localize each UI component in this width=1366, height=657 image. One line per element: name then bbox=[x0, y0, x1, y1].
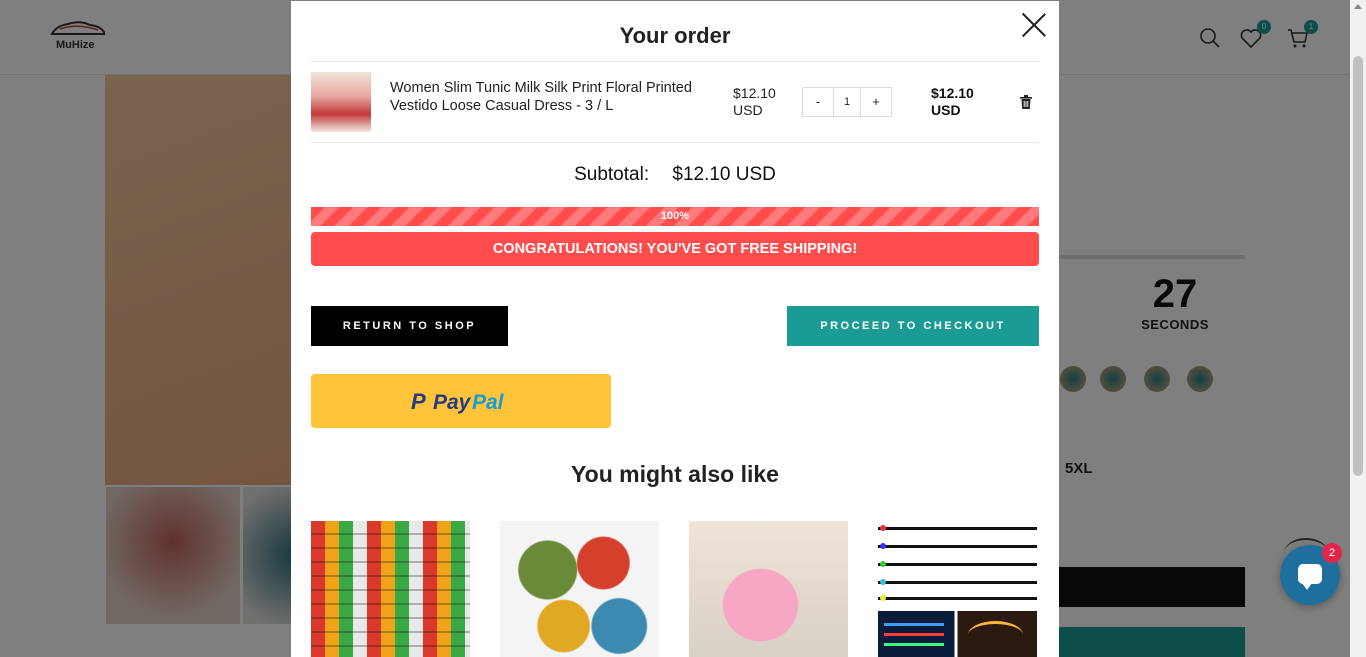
recommended-product-image[interactable] bbox=[311, 521, 470, 657]
return-to-shop-button[interactable]: RETURN TO SHOP bbox=[311, 306, 508, 346]
modal-title: Your order bbox=[619, 23, 731, 48]
quantity-increase-button[interactable]: + bbox=[861, 88, 891, 116]
paypal-button[interactable]: P Pay Pal bbox=[311, 374, 611, 428]
subtotal-value: $12.10 USD bbox=[672, 164, 776, 185]
free-shipping-message: CONGRATULATIONS! YOU'VE GOT FREE SHIPPIN… bbox=[311, 232, 1039, 266]
proceed-to-checkout-button[interactable]: PROCEED TO CHECKOUT bbox=[787, 306, 1039, 346]
divider bbox=[311, 142, 1039, 143]
scrollbar-thumb[interactable] bbox=[1353, 56, 1363, 476]
page-scrollbar[interactable] bbox=[1350, 0, 1366, 657]
progress-percent-text: 100% bbox=[660, 210, 690, 222]
paypal-pal-text: Pal bbox=[472, 391, 505, 414]
cart-modal: Your order Women Slim Tunic Milk Silk Pr… bbox=[291, 1, 1059, 657]
quantity-stepper: - 1 + bbox=[802, 87, 892, 117]
chat-button[interactable]: 2 bbox=[1280, 543, 1342, 605]
scroll-up-icon[interactable] bbox=[1354, 4, 1362, 9]
cart-item-image[interactable] bbox=[311, 72, 371, 132]
recommended-product-image[interactable] bbox=[878, 521, 1037, 657]
recommended-product-image[interactable] bbox=[500, 521, 659, 657]
chat-unread-badge: 2 bbox=[1322, 543, 1342, 563]
recommended-product-image[interactable] bbox=[689, 521, 848, 657]
paypal-logo-icon: P Pay Pal bbox=[411, 389, 505, 414]
trash-icon[interactable] bbox=[1020, 95, 1032, 109]
paypal-pay-text: Pay bbox=[433, 391, 472, 414]
cart-item-line-total: $12.10 USD bbox=[931, 85, 974, 118]
chat-bubble-icon bbox=[1298, 564, 1322, 590]
quantity-decrease-button[interactable]: - bbox=[803, 88, 833, 116]
subtotal-row: Subtotal: $12.10 USD bbox=[291, 164, 1059, 186]
recommendations-heading: You might also like bbox=[571, 461, 779, 487]
cart-item-title[interactable]: Women Slim Tunic Milk Silk Print Floral … bbox=[390, 79, 710, 115]
subtotal-label: Subtotal: bbox=[574, 164, 650, 185]
quantity-input[interactable]: 1 bbox=[833, 88, 861, 116]
cart-item-price: $12.10 USD bbox=[733, 85, 776, 118]
divider bbox=[311, 61, 1039, 62]
paypal-p-glyph: P bbox=[411, 389, 426, 414]
free-shipping-progress-bar: 100% bbox=[311, 207, 1039, 226]
